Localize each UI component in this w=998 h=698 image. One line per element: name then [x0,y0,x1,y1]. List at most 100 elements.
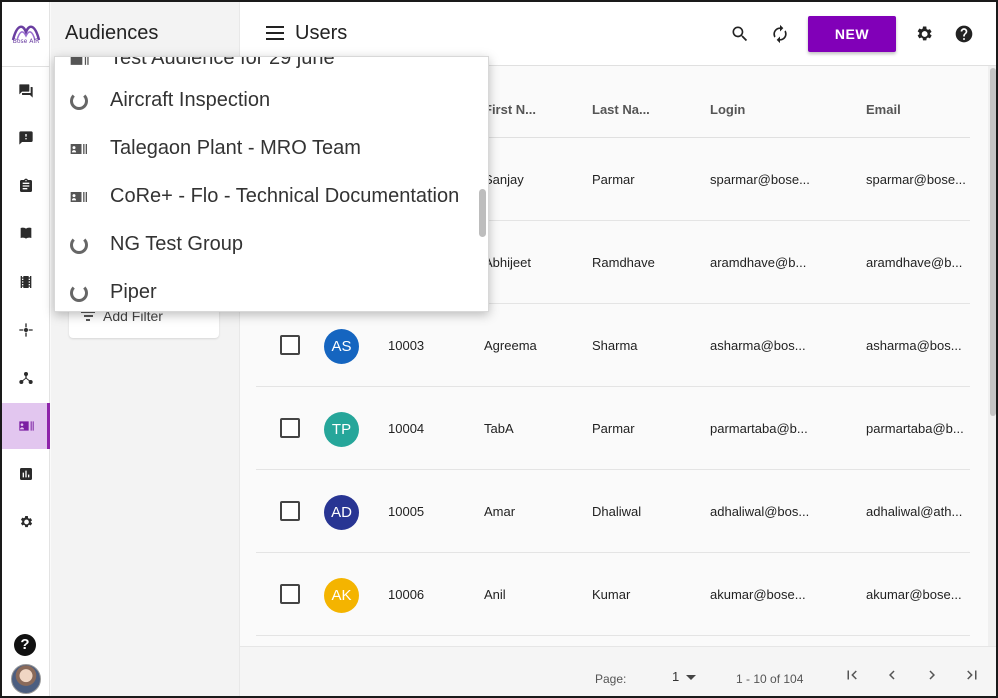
col-last-name[interactable]: Last Na... [592,102,650,117]
static-group-icon [69,57,89,69]
rail-item-library[interactable] [2,211,50,257]
contact-card-icon [19,421,34,431]
row-email: asharma@bos... [866,338,962,353]
help-circle-icon[interactable] [952,22,976,46]
first-page-icon[interactable] [840,663,864,687]
row-login: asharma@bos... [710,338,806,353]
row-first-name: Abhijeet [484,255,531,270]
user-avatar[interactable] [11,664,41,694]
page-select[interactable]: 1 [672,669,679,684]
row-first-name: Amar [484,504,516,519]
row-checkbox[interactable] [280,335,300,355]
gear-icon [20,516,33,528]
static-group-icon [69,139,89,159]
row-login: akumar@bose... [710,587,806,602]
network-icon [19,372,33,384]
table-row[interactable]: TP 10004 TabA Parmar parmartaba@b... par… [256,387,970,470]
row-id: 10006 [388,587,425,602]
row-checkbox[interactable] [280,501,300,521]
col-first-name[interactable]: First N... [484,102,536,117]
book-icon [20,227,32,239]
row-id: 10003 [388,338,425,353]
row-id: 10004 [388,421,425,436]
menu-icon[interactable] [266,26,284,40]
film-icon [20,276,32,288]
table-row[interactable]: AK 10006 Anil Kumar akumar@bose... akuma… [256,553,970,636]
page-range: 1 - 10 of 104 [736,672,804,686]
dropdown-item[interactable]: Aircraft Inspection [55,77,475,125]
col-email[interactable]: Email [866,102,901,117]
clipboard-icon [20,178,32,192]
prev-page-icon[interactable] [880,663,904,687]
static-group-icon [69,187,89,207]
row-checkbox[interactable] [280,584,300,604]
settings-gear-icon[interactable] [912,22,936,46]
row-last-name: Dhaliwal [592,504,642,519]
filter-icon [81,311,95,321]
dropdown-item[interactable]: CoRe+ - Flo - Technical Documentation [55,173,475,221]
dropdown-item-label: Test Audience for 29 june [110,56,335,69]
dropdown-scrollbar-thumb[interactable] [479,189,486,237]
audience-dropdown: Test Audience for 29 june Aircraft Inspe… [54,56,489,312]
dropdown-item[interactable]: Talegaon Plant - MRO Team [55,125,475,173]
logo-text: Bose AIR [12,38,40,45]
row-last-name: Sharma [592,338,638,353]
search-icon[interactable] [728,22,752,46]
app-window: Bose AIR ? Audiences Add Filter Users NE… [0,0,998,698]
dropdown-item-label: Aircraft Inspection [110,89,271,111]
rail-item-settings[interactable] [2,499,50,545]
row-last-name: Kumar [592,587,631,602]
rail-item-feedback[interactable] [2,115,50,161]
refresh-icon[interactable] [768,22,792,46]
table-row[interactable]: AD 10005 Amar Dhaliwal adhaliwal@bos... … [256,470,970,553]
row-login: parmartaba@b... [710,421,808,436]
row-first-name: TabA [484,421,514,436]
row-avatar: AD [324,495,359,530]
new-button[interactable]: NEW [808,16,896,52]
rail-item-integrations[interactable] [2,307,50,353]
rail-item-audiences[interactable] [2,403,50,449]
row-first-name: Anil [484,587,506,602]
col-login[interactable]: Login [710,102,745,117]
rail-item-chat[interactable] [2,68,50,114]
feedback-icon [19,131,33,145]
last-page-icon[interactable] [960,663,984,687]
row-email: akumar@bose... [866,587,962,602]
bose-air-logo-icon[interactable] [9,18,43,52]
chat-bubbles-icon [19,84,33,98]
row-first-name: Agreema [484,338,537,353]
dropdown-item[interactable]: Piper [55,269,475,311]
row-email: parmartaba@b... [866,421,964,436]
next-page-icon[interactable] [920,663,944,687]
left-rail: Bose AIR ? [2,2,50,696]
page-label: Page: [595,672,627,686]
row-login: aramdhave@b... [710,255,807,270]
pagination-bar: Page: 1 1 - 10 of 104 [240,646,996,696]
row-first-name: Sanjay [484,172,524,187]
chevron-down-icon[interactable] [686,675,696,680]
row-last-name: Parmar [592,172,635,187]
table-row[interactable]: AS 10003 Agreema Sharma asharma@bos... a… [256,304,970,387]
row-last-name: Parmar [592,421,635,436]
dropdown-item-label: Talegaon Plant - MRO Team [110,137,361,159]
row-avatar: AS [324,329,359,364]
rail-item-reports[interactable] [2,451,50,497]
dynamic-group-icon [69,235,89,255]
rail-item-media[interactable] [2,259,50,305]
dropdown-item[interactable]: NG Test Group [55,221,475,269]
dropdown-item-label: Piper [110,281,157,303]
page-title: Users [295,22,348,44]
row-email: adhaliwal@ath... [866,504,963,519]
row-email: sparmar@bose... [866,172,966,187]
rail-divider [2,66,50,67]
row-checkbox[interactable] [280,418,300,438]
dynamic-group-icon [69,91,89,111]
help-icon[interactable]: ? [14,634,36,656]
dropdown-item-label: NG Test Group [110,233,244,255]
rail-item-assignments[interactable] [2,163,50,209]
row-avatar: TP [324,412,359,447]
dropdown-item-label: CoRe+ - Flo - Technical Documentation [110,185,460,207]
table-scrollbar-thumb[interactable] [990,68,996,416]
rail-item-hierarchy[interactable] [2,355,50,401]
row-login: adhaliwal@bos... [710,504,810,519]
